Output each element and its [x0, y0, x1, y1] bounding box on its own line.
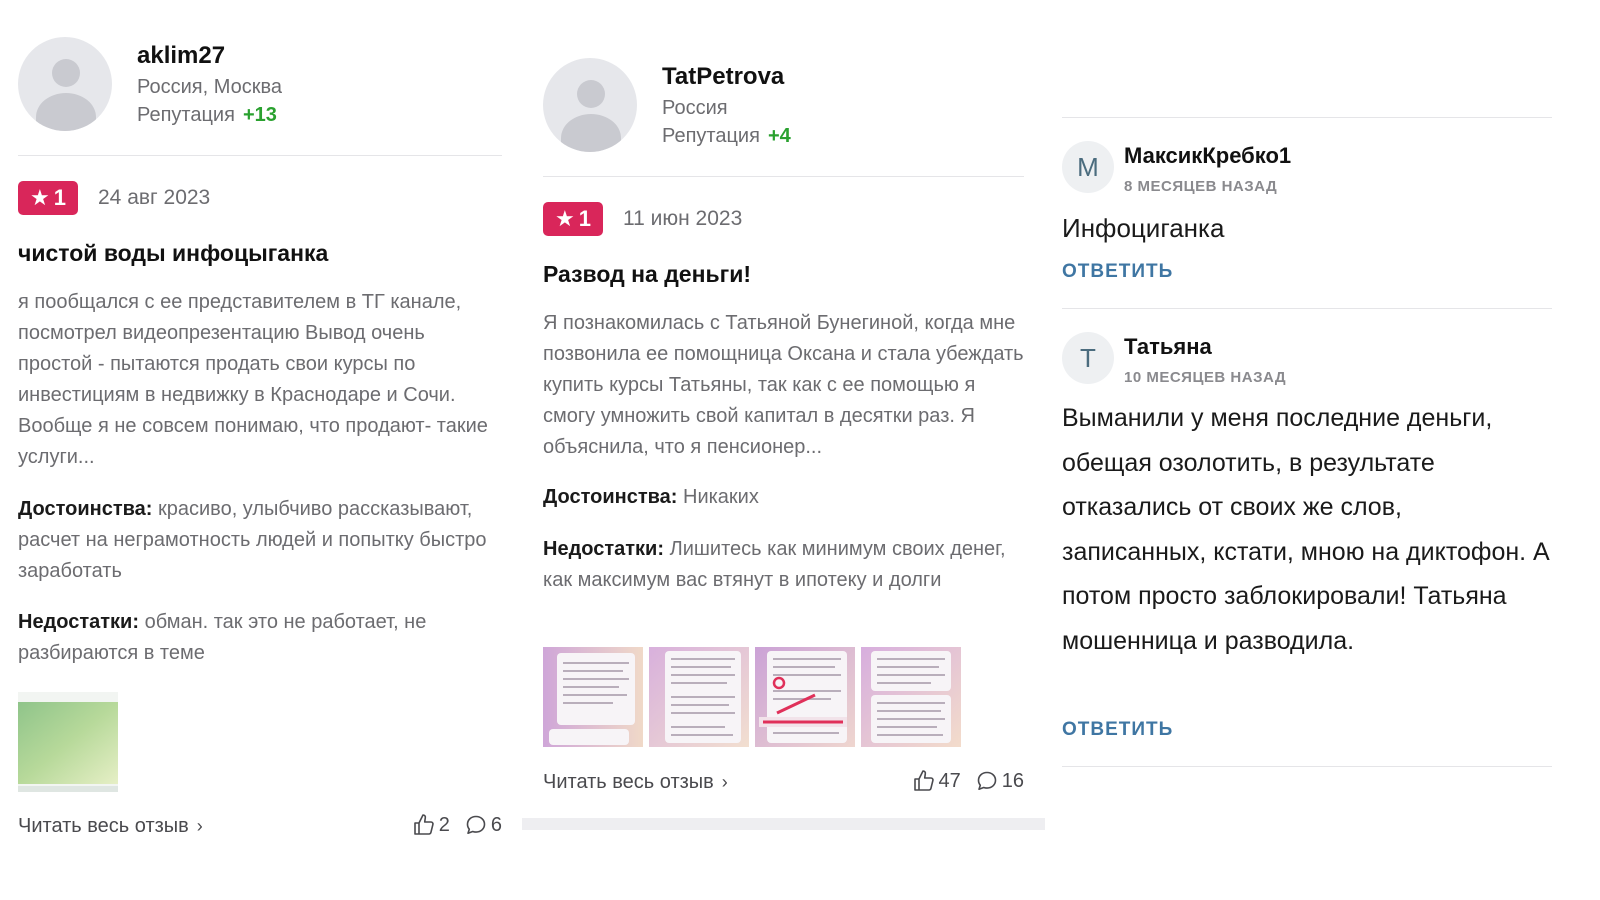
- commenter-name[interactable]: Татьяна: [1124, 334, 1212, 360]
- reputation: Репутация +13: [137, 104, 277, 127]
- star-icon: ★: [30, 185, 50, 210]
- reply-button[interactable]: ОТВЕТИТЬ: [1062, 261, 1173, 283]
- rating-badge: ★ 1: [18, 181, 78, 215]
- username[interactable]: TatPetrova: [662, 63, 784, 91]
- reputation-value: +4: [767, 125, 791, 147]
- like-button[interactable]: 2: [412, 813, 450, 837]
- review-cons: Недостатки: обман. так это не работает, …: [18, 607, 502, 669]
- like-button[interactable]: 47: [912, 769, 961, 793]
- thumbs-up-icon: [913, 770, 934, 791]
- divider: [543, 176, 1024, 177]
- review-photo[interactable]: [18, 692, 118, 792]
- comment-text: Выманили у меня последние деньги, обещая…: [1062, 404, 1550, 655]
- divider: [1062, 308, 1552, 309]
- commenter-name[interactable]: МаксикКребко1: [1124, 143, 1291, 169]
- review-photo[interactable]: [649, 647, 749, 747]
- avatar[interactable]: [18, 37, 112, 131]
- read-more-link[interactable]: Читать весь отзыв ›: [18, 815, 203, 838]
- divider: [1062, 766, 1552, 767]
- read-more-link[interactable]: Читать весь отзыв ›: [543, 771, 728, 794]
- comment-text: Инфоциганка: [1062, 213, 1225, 243]
- like-count: 47: [938, 769, 961, 792]
- review-pros: Достоинства: красиво, улыбчиво рассказыв…: [18, 494, 502, 587]
- pros-label: Достоинства:: [543, 486, 678, 508]
- commenter-avatar[interactable]: Т: [1062, 332, 1114, 384]
- comment-time: 10 МЕСЯЦЕВ НАЗАД: [1124, 369, 1287, 386]
- comments-button[interactable]: 16: [975, 769, 1024, 793]
- like-count: 2: [438, 813, 450, 836]
- review-stats: 47 16: [912, 769, 1024, 793]
- review-photo[interactable]: [755, 647, 855, 747]
- review-date: 24 авг 2023: [98, 186, 211, 209]
- reputation-label: Репутация: [662, 125, 760, 147]
- review-title[interactable]: чистой воды инфоцыганка: [18, 240, 328, 267]
- thumbs-up-icon: [413, 814, 434, 835]
- pros-label: Достоинства:: [18, 498, 153, 520]
- reputation-label: Репутация: [137, 104, 235, 126]
- review-cons: Недостатки: Лишитесь как минимум своих д…: [543, 534, 1024, 596]
- comments-button[interactable]: 6: [464, 813, 502, 837]
- review-photo[interactable]: [543, 647, 643, 747]
- read-more-label: Читать весь отзыв: [543, 771, 714, 793]
- comment-count: 6: [490, 813, 502, 836]
- review-photo[interactable]: [861, 647, 961, 747]
- divider: [1062, 117, 1552, 118]
- review-title[interactable]: Развод на деньги!: [543, 261, 751, 288]
- star-icon: ★: [555, 206, 575, 231]
- avatar[interactable]: [543, 58, 637, 152]
- review-pros: Достоинства: Никаких: [543, 482, 1024, 513]
- section-separator: [522, 818, 1045, 830]
- review-text: Я познакомилась с Татьяной Бунегиной, ко…: [543, 312, 1024, 458]
- rating-value: 1: [53, 185, 66, 210]
- commenter-avatar[interactable]: М: [1062, 141, 1114, 193]
- comment-icon: [466, 815, 486, 834]
- review-text: я пообщался с ее представителем в ТГ кан…: [18, 291, 488, 468]
- chevron-right-icon: ›: [721, 772, 728, 792]
- read-more-label: Читать весь отзыв: [18, 815, 189, 837]
- reputation-value: +13: [242, 104, 277, 126]
- reputation: Репутация +4: [662, 125, 791, 148]
- user-location: Россия, Москва: [137, 76, 282, 98]
- divider: [18, 155, 502, 156]
- cons-label: Недостатки:: [18, 611, 140, 633]
- review-date: 11 июн 2023: [623, 207, 743, 230]
- username[interactable]: aklim27: [137, 42, 225, 70]
- reply-button[interactable]: ОТВЕТИТЬ: [1062, 719, 1173, 741]
- comment-time: 8 МЕСЯЦЕВ НАЗАД: [1124, 178, 1278, 195]
- chevron-right-icon: ›: [196, 816, 203, 836]
- user-location: Россия: [662, 97, 728, 119]
- comment-icon: [977, 771, 997, 790]
- review-stats: 2 6: [412, 813, 502, 837]
- rating-badge: ★ 1: [543, 202, 603, 236]
- cons-label: Недостатки:: [543, 538, 665, 560]
- pros-text: Никаких: [683, 486, 759, 508]
- comment-count: 16: [1001, 769, 1024, 792]
- rating-value: 1: [578, 206, 591, 231]
